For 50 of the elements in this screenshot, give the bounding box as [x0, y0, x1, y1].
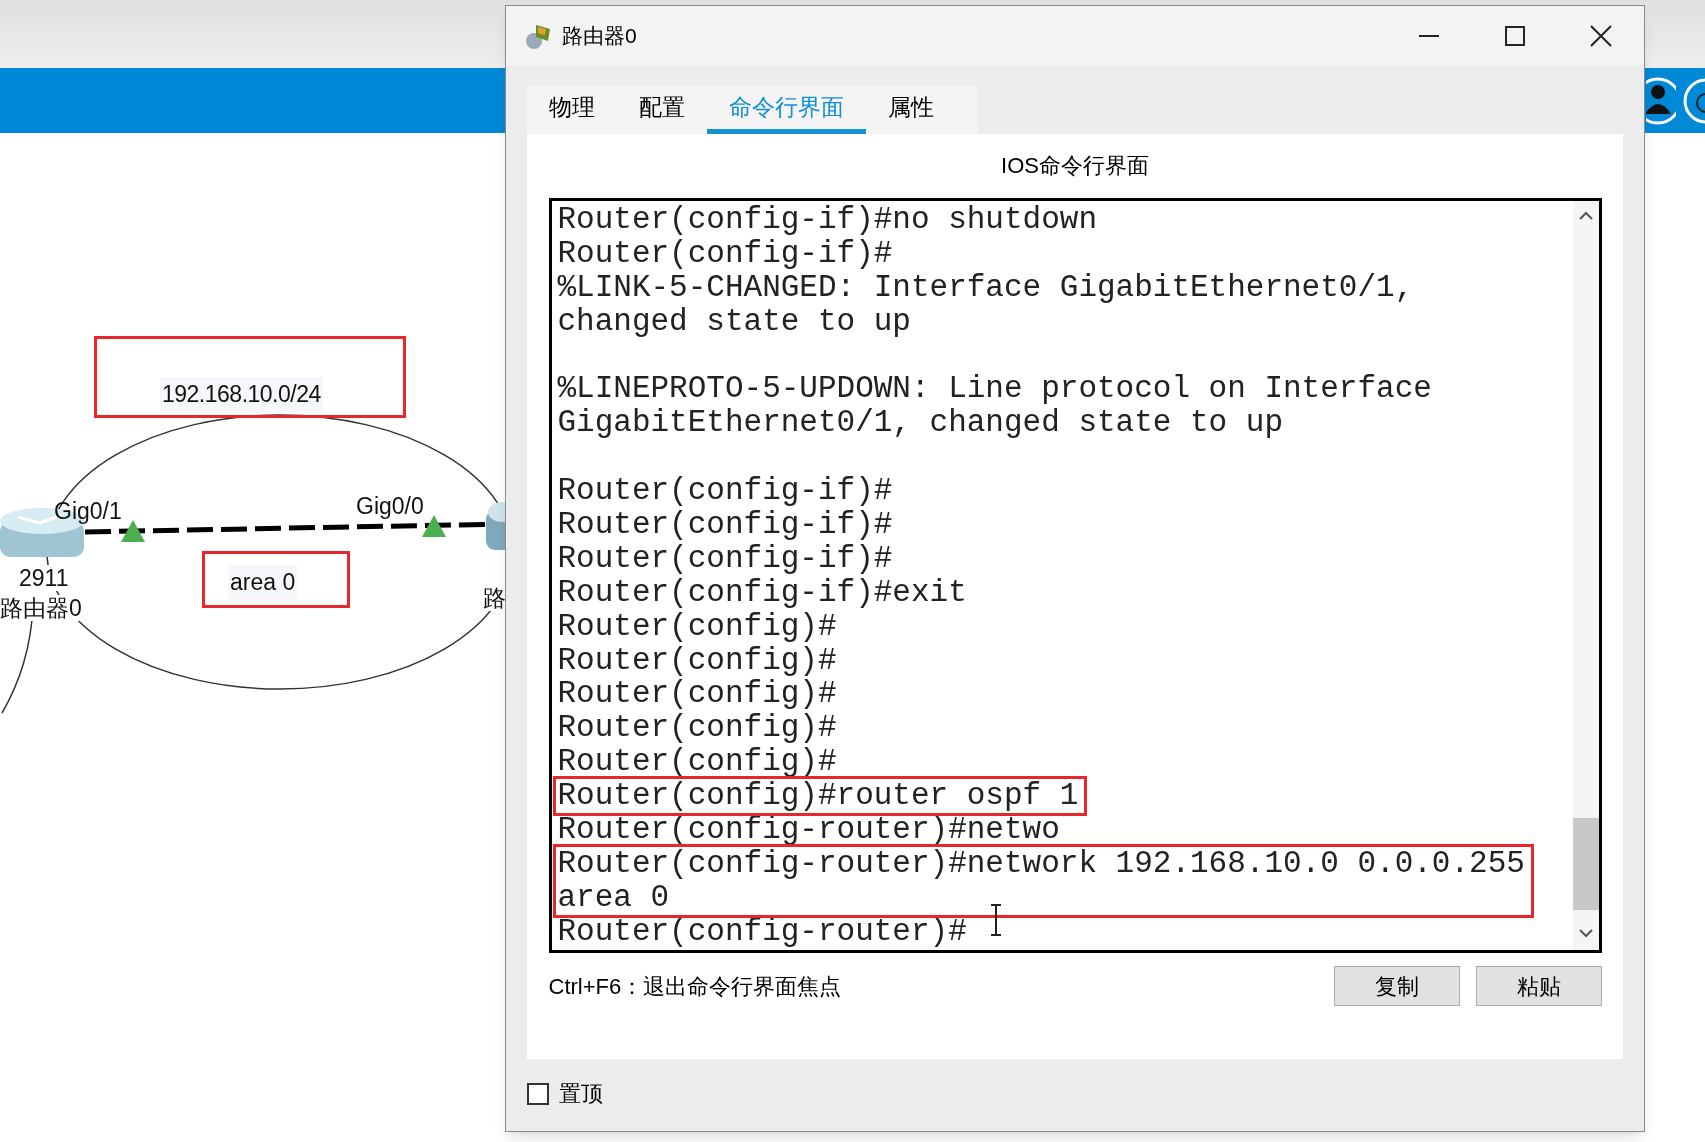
- terminal-line: Router(config-if)#: [557, 540, 893, 576]
- terminal-line: Router(config)#: [557, 676, 837, 712]
- globe-icon[interactable]: [1682, 76, 1705, 126]
- scroll-down-icon[interactable]: [1578, 928, 1593, 938]
- terminal-line: Router(config)#: [557, 608, 837, 644]
- terminal-line: GigabitEthernet0/1, changed state to up: [557, 405, 1284, 441]
- scroll-up-icon[interactable]: [1578, 211, 1593, 221]
- checkbox[interactable]: [527, 1082, 549, 1105]
- terminal-line: Router(config-if)#: [557, 507, 893, 542]
- action-button[interactable]: 粘贴: [1475, 966, 1602, 1006]
- terminal-line: Router(config-router)#network 192.168.10.0 0.0.0.255: [557, 845, 1525, 881]
- checkbox-label[interactable]: 置顶: [559, 1077, 603, 1110]
- network-label: 192.168.10.0/24: [160, 377, 323, 412]
- terminal-line: changed state to up: [557, 303, 911, 339]
- terminal-line: Router(config)#router ospf 1: [557, 778, 1079, 814]
- terminal-line: Router(config-if)#: [557, 473, 893, 509]
- terminal-line: Router(config-router)#: [557, 913, 967, 949]
- tab[interactable]: 物理: [527, 86, 617, 134]
- port-label: Gig0/1: [54, 497, 122, 526]
- device-model: 2911: [19, 565, 69, 591]
- tab[interactable]: 属性: [866, 86, 956, 134]
- terminal-line: Router(config-if)#: [557, 235, 893, 271]
- terminal-line: Router(config)#: [557, 642, 837, 678]
- terminal-line: %LINK-5-CHANGED: Interface GigabitEthernet0/1,: [557, 269, 1414, 305]
- scrollbar[interactable]: [1572, 201, 1599, 950]
- link-up-icon: [421, 514, 447, 538]
- terminal-line: area 0: [557, 879, 670, 915]
- device-name: 路由器0: [0, 595, 82, 621]
- terminal-line: Router(config-router)#netwo: [557, 812, 1060, 848]
- close-icon: [1590, 25, 1612, 47]
- port-label: Gig0/0: [356, 492, 424, 521]
- terminal-line: %LINEPROTO-5-UPDOWN: Line protocol on Interface: [557, 371, 1432, 407]
- tab[interactable]: 配置: [617, 86, 707, 134]
- terminal-line: Router(config-if)#no shutdown: [557, 202, 1097, 237]
- terminal-line: Router(config)#: [557, 710, 837, 746]
- shortcut-hint: Ctrl+F6：退出命令行界面焦点: [548, 972, 842, 1001]
- minimize-icon: [1419, 35, 1439, 37]
- link-up-icon: [120, 519, 146, 543]
- maximize-icon: [1505, 26, 1525, 46]
- area-label: area 0: [228, 565, 298, 600]
- user-icon[interactable]: [1646, 76, 1676, 126]
- terminal-line: Router(config)#: [557, 744, 837, 780]
- terminal[interactable]: [548, 198, 1602, 953]
- panel-heading: IOS命令行界面: [1001, 152, 1149, 180]
- scroll-thumb[interactable]: [1572, 818, 1599, 910]
- window-title: 路由器0: [562, 23, 637, 50]
- terminal-line: Router(config-if)#exit: [557, 574, 967, 610]
- text-cursor-icon: [988, 904, 1003, 936]
- device-name: 路: [483, 585, 506, 611]
- action-button[interactable]: 复制: [1333, 966, 1460, 1006]
